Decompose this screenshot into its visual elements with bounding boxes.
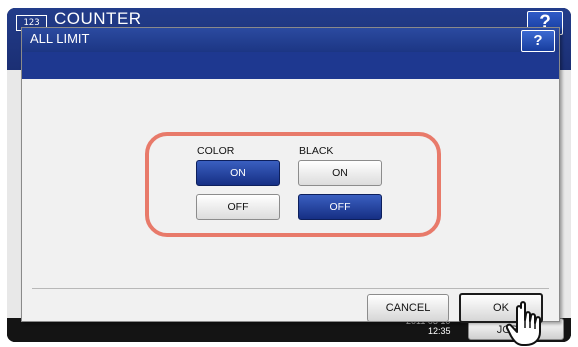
dialog-title: ALL LIMIT — [30, 31, 90, 46]
dialog-titlebar: ALL LIMIT ? — [22, 28, 559, 52]
background-title: COUNTER — [54, 9, 142, 28]
help-button[interactable]: ? — [521, 30, 555, 52]
cancel-button[interactable]: CANCEL — [367, 294, 449, 322]
dialog-divider — [32, 288, 549, 289]
clock-time: 12:35 — [428, 326, 451, 336]
selection-highlight-ring — [145, 132, 441, 237]
dialog-subheader-bar — [22, 52, 559, 79]
pointing-hand-icon — [506, 301, 541, 346]
